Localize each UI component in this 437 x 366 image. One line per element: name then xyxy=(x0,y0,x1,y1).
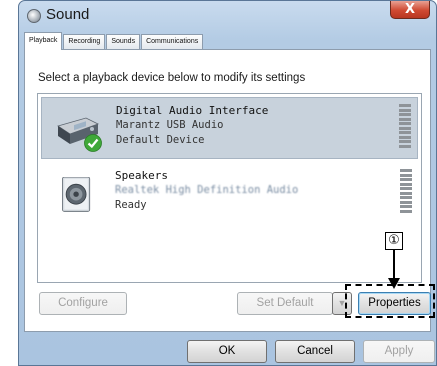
speaker-icon xyxy=(62,177,91,212)
cancel-button[interactable]: Cancel xyxy=(275,340,355,363)
device-name: Speakers xyxy=(115,169,168,182)
tab-communications[interactable]: Communications xyxy=(141,34,204,49)
set-default-button[interactable]: Set Default xyxy=(237,292,333,315)
tab-strip: Playback Recording Sounds Communications xyxy=(24,31,204,50)
device-status: Default Device xyxy=(116,134,205,146)
device-item-speakers[interactable]: Speakers Realtek High Definition Audio R… xyxy=(41,163,418,225)
configure-button[interactable]: Configure xyxy=(39,292,127,315)
callout-number: ① xyxy=(385,232,403,250)
device-driver: Realtek High Definition Audio xyxy=(115,184,299,196)
tab-recording[interactable]: Recording xyxy=(63,34,106,49)
apply-button[interactable]: Apply xyxy=(363,340,435,363)
close-button[interactable]: X xyxy=(390,1,430,19)
check-icon xyxy=(84,134,102,152)
level-meter xyxy=(400,169,412,213)
tab-sounds[interactable]: Sounds xyxy=(106,34,141,49)
level-meter xyxy=(399,104,411,148)
device-driver: Marantz USB Audio xyxy=(116,119,224,131)
down-arrow-icon xyxy=(388,250,400,289)
tab-playback[interactable]: Playback xyxy=(24,32,63,50)
instruction-text: Select a playback device below to modify… xyxy=(38,72,306,84)
device-item-digital-audio-interface[interactable]: Digital Audio Interface Marantz USB Audi… xyxy=(41,97,418,159)
device-list[interactable]: Digital Audio Interface Marantz USB Audi… xyxy=(37,93,422,283)
device-name: Digital Audio Interface xyxy=(116,104,269,117)
sound-app-icon xyxy=(27,9,41,23)
title-bar: Sound X xyxy=(19,1,436,31)
window-title: Sound xyxy=(46,6,90,23)
device-status: Ready xyxy=(115,199,147,211)
ok-button[interactable]: OK xyxy=(187,340,267,363)
